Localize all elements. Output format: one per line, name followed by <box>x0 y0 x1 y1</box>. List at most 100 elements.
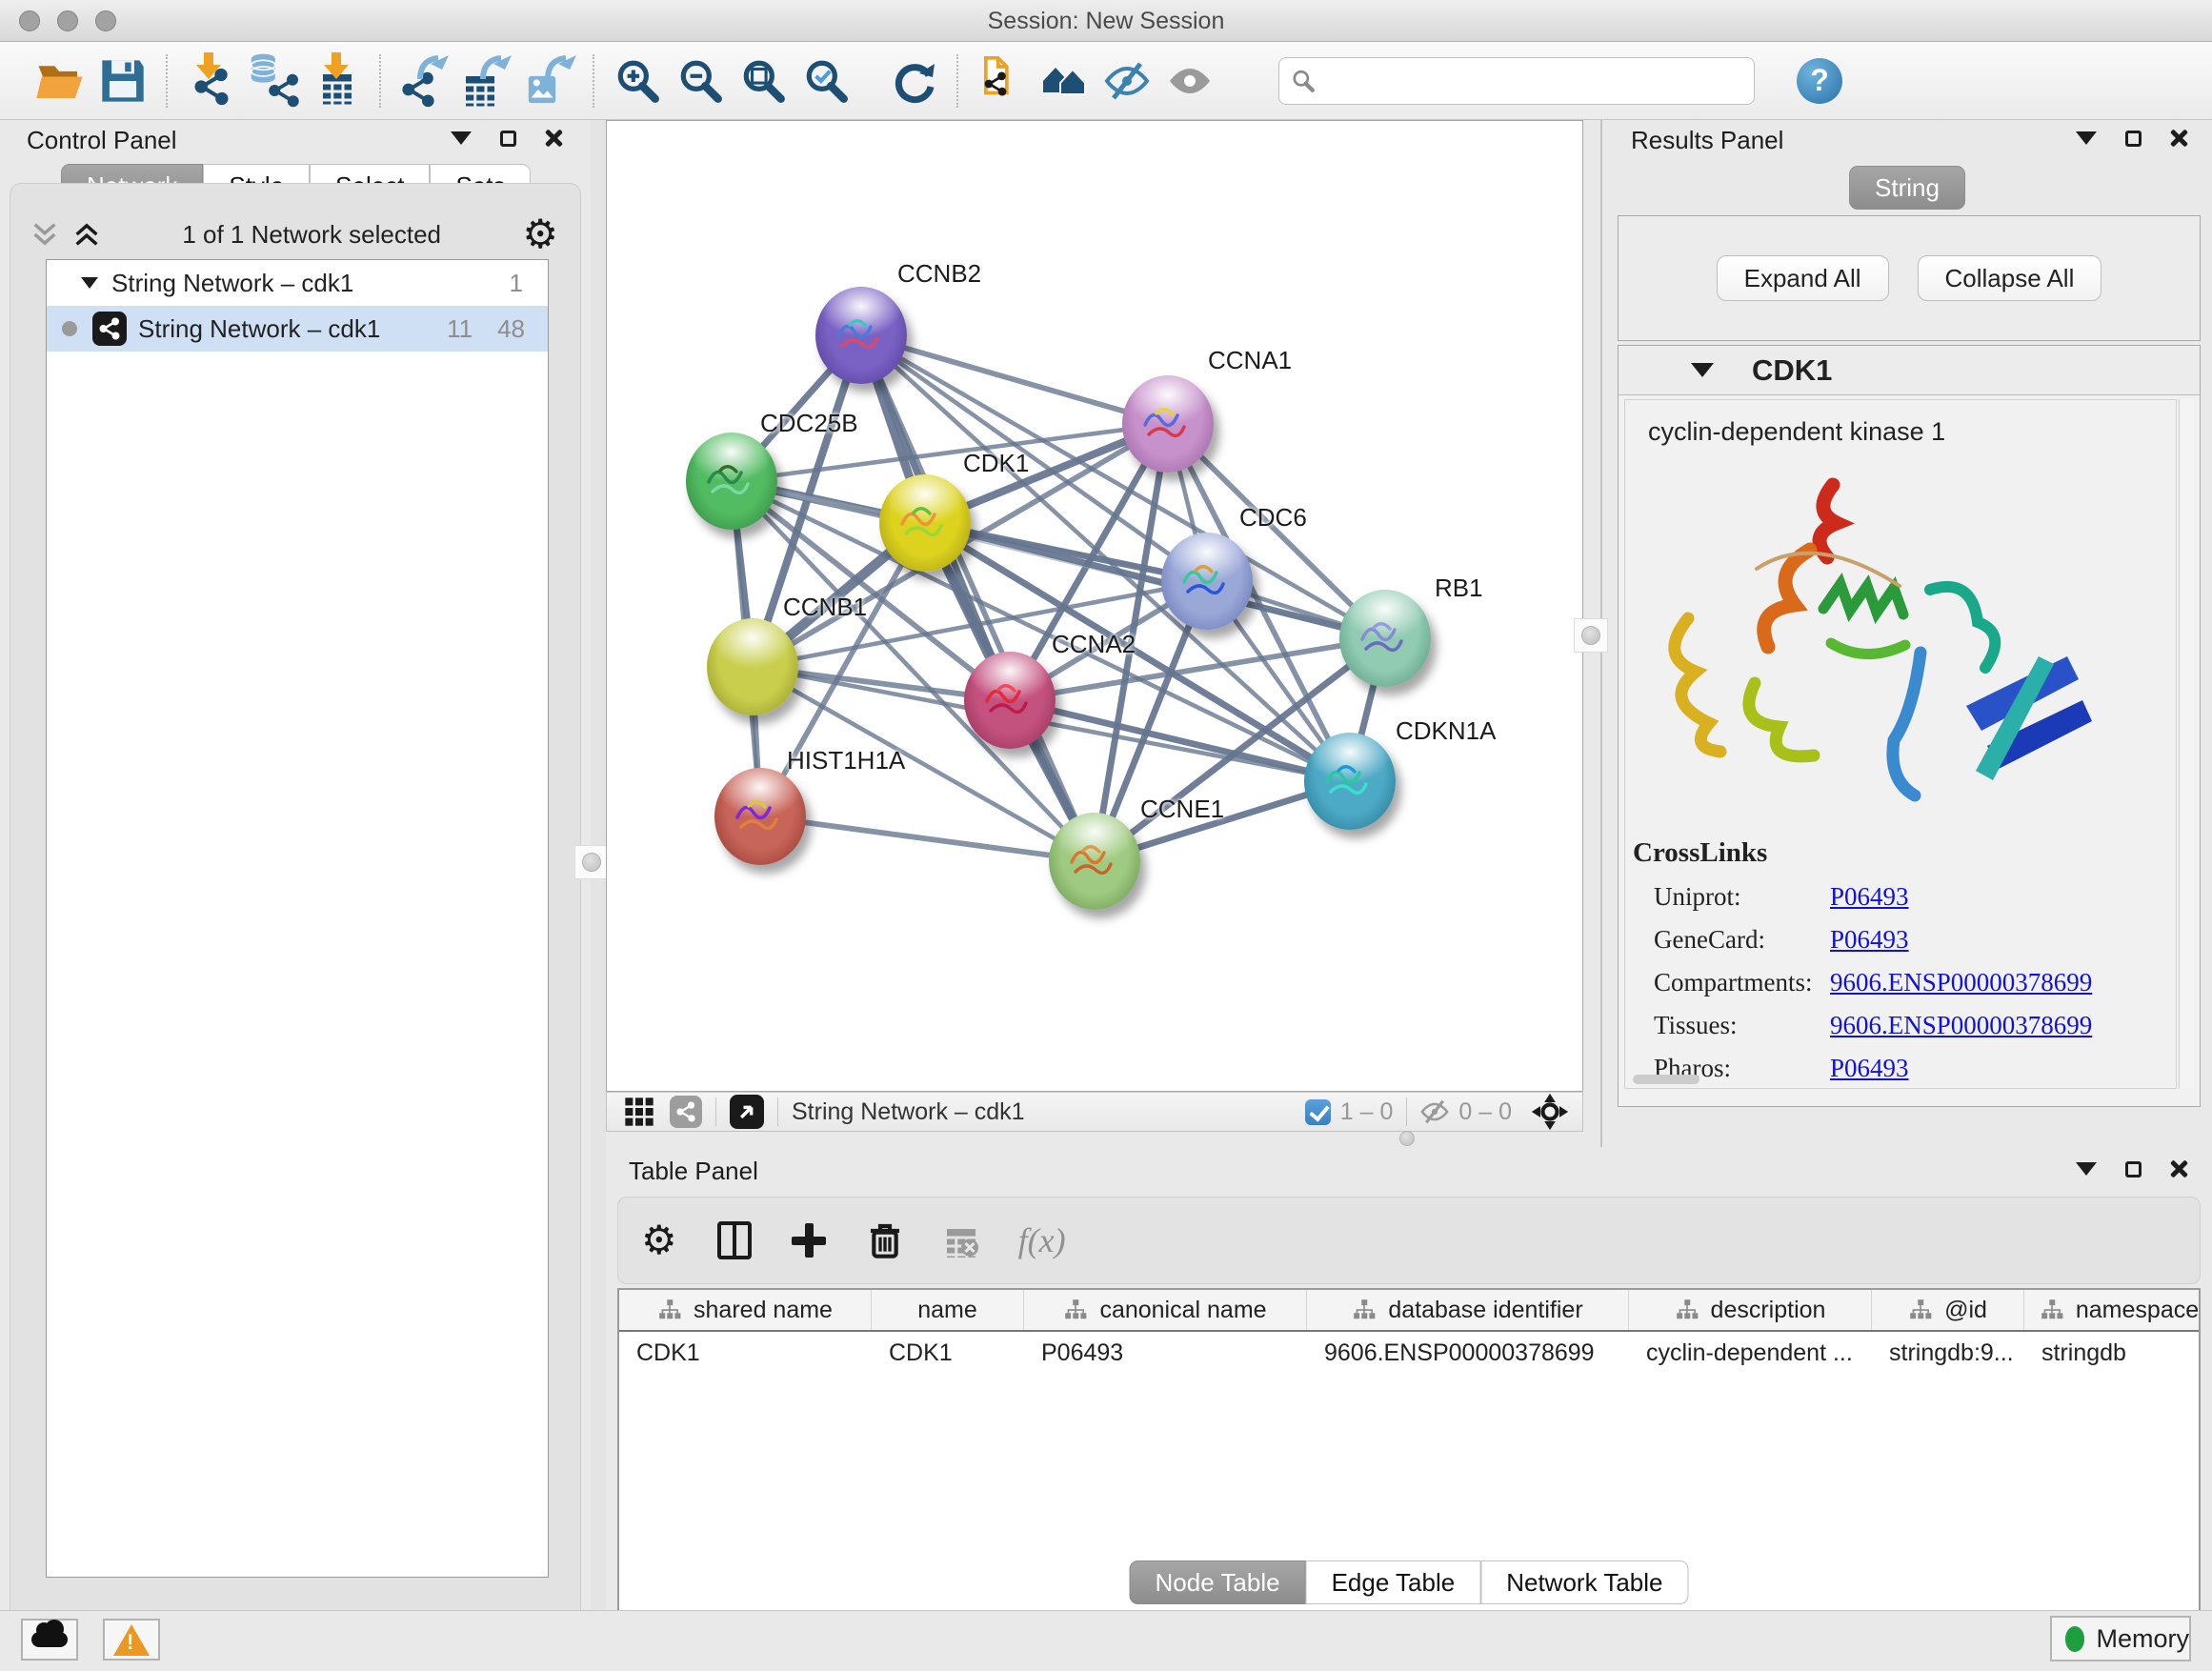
column-header-canonical-name[interactable]: canonical name <box>1024 1290 1307 1330</box>
table-cell[interactable]: stringdb <box>2024 1332 2201 1374</box>
bottom-splitter-handle[interactable] <box>1393 1130 1421 1147</box>
crosslink-compartments[interactable]: 9606.ENSP00000378699 <box>1830 968 2092 997</box>
crosslink-pharos[interactable]: P06493 <box>1830 1054 1909 1083</box>
delete-table-icon[interactable] <box>944 1223 978 1258</box>
network-collection-row[interactable]: String Network – cdk1 1 <box>47 260 548 306</box>
network-edge[interactable] <box>760 816 1095 861</box>
column-header--id[interactable]: @id <box>1872 1290 2024 1330</box>
close-panel-icon[interactable] <box>2170 130 2187 147</box>
tab-node-table[interactable]: Node Table <box>1130 1560 1306 1604</box>
network-node-ccne1[interactable] <box>1049 813 1140 910</box>
collection-expander-icon[interactable] <box>81 277 98 289</box>
expand-all-icon[interactable] <box>72 221 101 248</box>
hide-selected-button[interactable] <box>1096 50 1158 111</box>
save-session-button[interactable] <box>91 50 154 111</box>
memory-button[interactable]: Memory <box>2050 1616 2191 1661</box>
table-cell[interactable]: stringdb:9... <box>1872 1332 2024 1374</box>
tab-string[interactable]: String <box>1849 166 1965 210</box>
hidden-eye-slash-icon[interactable] <box>1420 1097 1449 1126</box>
network-options-gear-icon[interactable] <box>522 214 558 254</box>
open-session-button[interactable] <box>29 50 91 111</box>
zoom-selected-button[interactable] <box>794 50 857 111</box>
table-cell[interactable]: 9606.ENSP00000378699 <box>1307 1332 1629 1374</box>
network-thumbnail-icon[interactable] <box>670 1096 702 1128</box>
birdseye-crosshair-icon[interactable] <box>1531 1093 1569 1131</box>
float-panel-icon[interactable] <box>2076 1162 2097 1176</box>
network-canvas[interactable]: CCNB2CCNA1CDC25BCDK1CDC6RB1CCNB1CCNA2CDK… <box>606 120 1583 1092</box>
tab-edge-table[interactable]: Edge Table <box>1306 1560 1481 1604</box>
import-network-database-button[interactable] <box>242 50 305 111</box>
crosslink-uniprot[interactable]: P06493 <box>1830 882 1909 912</box>
show-grid-icon[interactable] <box>624 1097 654 1127</box>
refresh-button[interactable] <box>882 50 945 111</box>
network-node-cdkn1a[interactable] <box>1304 733 1396 830</box>
network-node-cdc6[interactable] <box>1161 533 1253 630</box>
undock-panel-icon[interactable] <box>2125 131 2142 147</box>
detach-view-icon[interactable] <box>730 1095 764 1129</box>
delete-column-trash-icon[interactable] <box>866 1221 904 1259</box>
export-image-button[interactable] <box>518 50 581 111</box>
left-splitter-handle[interactable] <box>574 845 609 879</box>
collapse-all-button[interactable]: Collapse All <box>1918 255 2102 301</box>
export-table-button[interactable] <box>455 50 518 111</box>
zoom-out-button[interactable] <box>669 50 732 111</box>
cloud-status-button[interactable] <box>21 1619 78 1661</box>
warnings-button[interactable] <box>103 1619 160 1661</box>
network-node-ccnb1[interactable] <box>707 618 798 715</box>
close-panel-icon[interactable] <box>545 130 562 147</box>
results-hscroll-thumb[interactable] <box>1633 1075 1699 1084</box>
network-node-ccna2[interactable] <box>964 652 1056 749</box>
search-field[interactable] <box>1278 57 1755 105</box>
zoom-in-button[interactable] <box>606 50 669 111</box>
table-cell[interactable]: P06493 <box>1024 1332 1307 1374</box>
first-neighbors-button[interactable] <box>1033 50 1096 111</box>
float-panel-icon[interactable] <box>2076 131 2097 145</box>
network-node-cdk1[interactable] <box>879 474 971 572</box>
network-row-selected[interactable]: String Network – cdk1 11 48 <box>47 306 548 352</box>
network-node-rb1[interactable] <box>1339 590 1431 687</box>
network-edge-count: 48 <box>497 314 525 344</box>
column-header-shared-name[interactable]: shared name <box>619 1290 872 1330</box>
undock-panel-icon[interactable] <box>2125 1161 2142 1178</box>
function-builder-icon[interactable]: f(x) <box>1018 1220 1066 1260</box>
houses-icon <box>1039 58 1089 104</box>
entry-expander-icon[interactable] <box>1691 363 1714 377</box>
export-network-button[interactable] <box>392 50 455 111</box>
undock-panel-icon[interactable] <box>500 131 516 147</box>
search-input[interactable] <box>1325 68 1725 94</box>
node-label-rb1: RB1 <box>1435 574 1483 603</box>
show-columns-icon[interactable] <box>717 1221 752 1259</box>
column-header-name[interactable]: name <box>872 1290 1024 1330</box>
results-scrollbar[interactable] <box>2179 399 2194 1089</box>
clone-network-button[interactable] <box>970 50 1033 111</box>
network-node-cdc25b[interactable] <box>686 433 777 530</box>
selected-checkbox-icon[interactable] <box>1305 1099 1331 1125</box>
float-panel-icon[interactable] <box>451 131 472 145</box>
expand-all-button[interactable]: Expand All <box>1717 255 1889 301</box>
tab-network-table[interactable]: Network Table <box>1480 1560 1688 1604</box>
column-header-description[interactable]: description <box>1629 1290 1872 1330</box>
table-cell[interactable]: cyclin-dependent ... <box>1629 1332 1872 1374</box>
right-splitter-handle[interactable] <box>1574 618 1608 653</box>
node-label-cdc25b: CDC25B <box>760 409 858 438</box>
show-all-button[interactable] <box>1158 50 1221 111</box>
network-node-ccna1[interactable] <box>1122 375 1214 473</box>
collapse-all-icon[interactable] <box>30 221 59 248</box>
help-button[interactable]: ? <box>1797 58 1842 104</box>
crosslink-tissues[interactable]: 9606.ENSP00000378699 <box>1830 1011 2092 1040</box>
import-network-file-button[interactable] <box>179 50 242 111</box>
table-row[interactable]: CDK1CDK1P064939606.ENSP00000378699cyclin… <box>619 1332 2199 1374</box>
table-cell[interactable]: CDK1 <box>872 1332 1024 1374</box>
table-options-gear-icon[interactable] <box>641 1220 677 1260</box>
crosslink-genecard[interactable]: P06493 <box>1830 925 1909 955</box>
import-table-button[interactable] <box>305 50 368 111</box>
results-entry-header[interactable]: CDK1 <box>1619 346 2200 395</box>
column-header-database-identifier[interactable]: database identifier <box>1307 1290 1629 1330</box>
add-column-icon[interactable] <box>792 1223 826 1258</box>
zoom-fit-button[interactable] <box>732 50 794 111</box>
network-node-ccnb2[interactable] <box>815 287 907 384</box>
close-panel-icon[interactable] <box>2170 1160 2187 1178</box>
column-header-namespace[interactable]: namespace <box>2024 1290 2201 1330</box>
table-cell[interactable]: CDK1 <box>619 1332 872 1374</box>
network-node-hist1h1a[interactable] <box>714 768 806 865</box>
